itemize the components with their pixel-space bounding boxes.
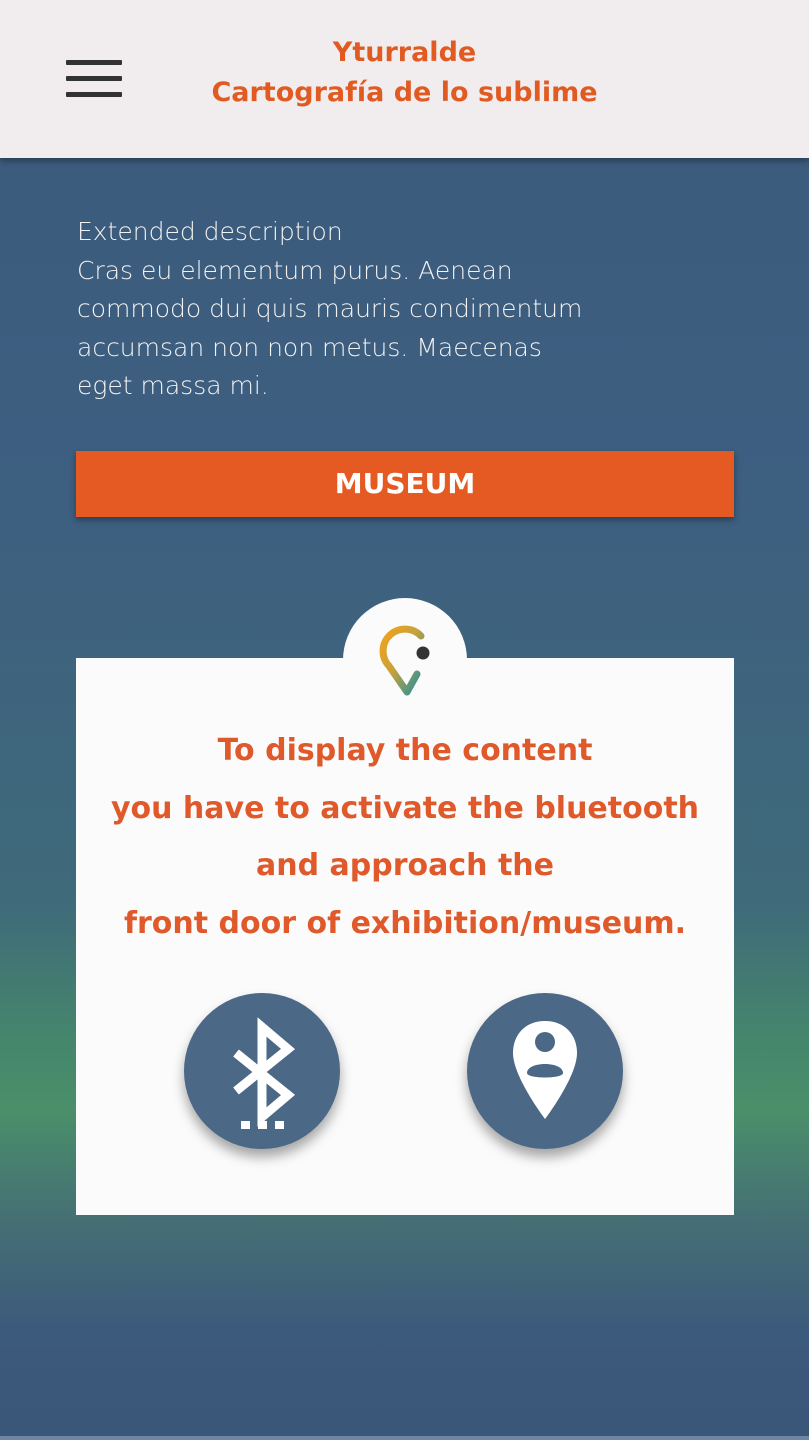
- description-line: accumsan non non metus. Maecenas: [77, 332, 542, 362]
- page-title: Yturralde Cartografía de lo sublime: [150, 33, 659, 113]
- museum-button[interactable]: MUSEUM: [76, 451, 734, 517]
- description-line: eget massa mi.: [77, 371, 269, 400]
- location-pin-logo-icon: [379, 625, 430, 696]
- location-button[interactable]: [467, 993, 623, 1149]
- instruction-line: To display the content: [217, 733, 593, 768]
- description-line: commodo dui quis mauris condimentum: [77, 294, 583, 323]
- title-line-2: Cartografía de lo sublime: [211, 77, 598, 108]
- app-header: Yturralde Cartografía de lo sublime: [0, 0, 809, 158]
- extended-description: Extended description Cras eu elementum p…: [77, 213, 637, 406]
- instruction-line: and approach the: [256, 848, 554, 883]
- instruction-line: front door of exhibition/museum.: [123, 905, 687, 941]
- description-heading: Extended description: [77, 217, 343, 246]
- description-line: Cras eu elementum purus. Aenean: [77, 255, 513, 285]
- person-location-pin-icon: [513, 1021, 577, 1119]
- hamburger-menu-icon: [66, 60, 122, 65]
- bluetooth-searching-icon: [233, 1017, 296, 1129]
- menu-button[interactable]: [60, 54, 128, 104]
- bluetooth-button[interactable]: [184, 993, 340, 1149]
- instruction-line: you have to activate the bluetooth: [110, 790, 700, 826]
- title-line-1: Yturralde: [332, 37, 477, 68]
- bottom-edge: [0, 1436, 809, 1440]
- bluetooth-instructions: To display the content you have to activ…: [76, 722, 734, 952]
